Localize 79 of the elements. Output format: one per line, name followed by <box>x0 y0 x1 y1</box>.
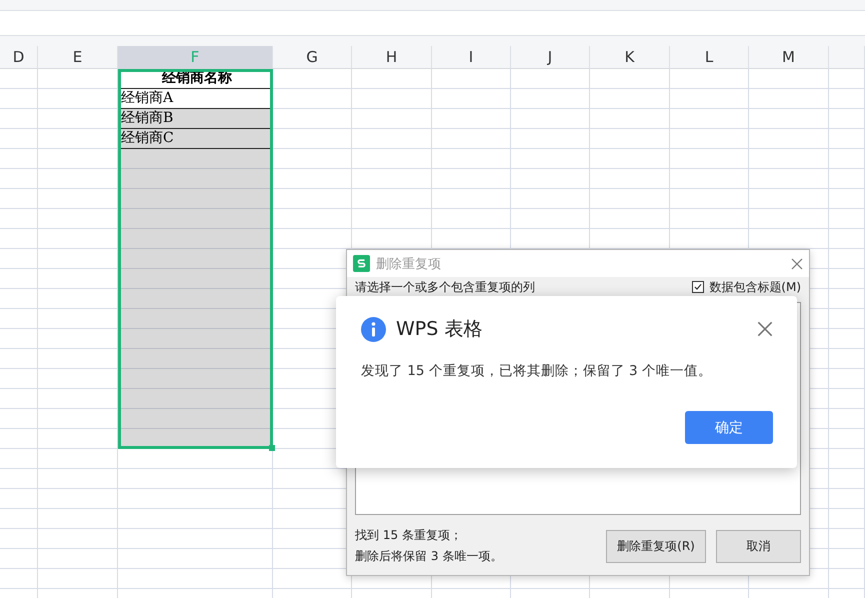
table-cell <box>0 429 38 449</box>
ok-button[interactable]: 确定 <box>685 411 773 444</box>
table-cell <box>829 429 865 449</box>
table-cell <box>829 549 865 569</box>
dialog-button[interactable]: 删除重复项(R) <box>606 530 706 562</box>
table-cell <box>0 149 38 169</box>
table-cell <box>0 449 38 469</box>
table-cell <box>0 189 38 209</box>
table-cell <box>829 229 865 249</box>
table-cell <box>829 69 865 89</box>
table-cell <box>829 169 865 189</box>
dialog-button[interactable]: 取消 <box>716 530 801 562</box>
table-cell <box>829 569 865 589</box>
table-cell <box>0 389 38 409</box>
table-cell <box>829 389 865 409</box>
column-header[interactable]: M <box>749 46 829 69</box>
column-header[interactable]: I <box>432 46 511 69</box>
table-cell <box>829 329 865 349</box>
table-cell <box>0 349 38 369</box>
table-cell <box>829 189 865 209</box>
prompt-text: 请选择一个或多个包含重复项的列 <box>355 280 535 294</box>
table-cell <box>0 509 38 529</box>
table-cell <box>0 229 38 249</box>
column-header[interactable]: J <box>511 46 590 69</box>
table-cell: 经销商B <box>118 109 273 129</box>
dialog-title: 删除重复项 <box>376 256 442 272</box>
table-cell <box>829 209 865 229</box>
table-cell <box>0 209 38 229</box>
table-cell <box>0 489 38 509</box>
column-header[interactable]: K <box>590 46 670 69</box>
table-cell <box>0 69 38 89</box>
info-icon <box>361 316 386 342</box>
column-header[interactable]: D <box>0 46 38 69</box>
checkbox-icon[interactable] <box>692 281 704 293</box>
table-cell <box>829 349 865 369</box>
table-cell <box>0 569 38 589</box>
table-cell <box>829 89 865 109</box>
table-cell <box>0 409 38 429</box>
table-cell <box>829 409 865 429</box>
table-cell <box>829 249 865 269</box>
column-header[interactable]: E <box>38 46 118 69</box>
table-cell <box>829 129 865 149</box>
close-icon[interactable] <box>757 321 773 337</box>
summary-text: 找到 15 条重复项； <box>355 527 463 544</box>
table-cell <box>0 469 38 489</box>
table-cell <box>829 109 865 129</box>
table-cell <box>0 529 38 549</box>
table-cell <box>829 449 865 469</box>
table-cell <box>0 309 38 329</box>
table-cell <box>0 369 38 389</box>
table-cell <box>829 369 865 389</box>
table-cell <box>829 509 865 529</box>
table-cell <box>0 129 38 149</box>
table-cell <box>829 149 865 169</box>
column-header[interactable]: H <box>352 46 432 69</box>
close-icon[interactable] <box>791 258 803 270</box>
table-cell: 经销商C <box>118 129 273 149</box>
table-cell <box>829 309 865 329</box>
table-cell <box>0 169 38 189</box>
table-cell <box>0 269 38 289</box>
fill-handle[interactable] <box>269 445 275 451</box>
table-cell <box>0 329 38 349</box>
table-cell <box>0 549 38 569</box>
header-checkbox[interactable]: 数据包含标题(M) <box>692 280 801 294</box>
table-cell <box>0 289 38 309</box>
table-cell <box>829 529 865 549</box>
table-cell <box>0 249 38 269</box>
table-cell <box>0 89 38 109</box>
column-header[interactable]: G <box>273 46 352 69</box>
message-title: WPS 表格 <box>396 317 484 342</box>
column-header[interactable]: L <box>670 46 749 69</box>
table-cell <box>829 269 865 289</box>
table-cell <box>829 469 865 489</box>
table-cell <box>829 489 865 509</box>
message-text: 发现了 15 个重复项，已将其删除；保留了 3 个唯一值。 <box>361 362 713 380</box>
table-cell <box>829 289 865 309</box>
summary-text: 删除后将保留 3 条唯一项。 <box>355 548 504 565</box>
table-cell <box>0 109 38 129</box>
app-logo-icon <box>353 255 370 272</box>
